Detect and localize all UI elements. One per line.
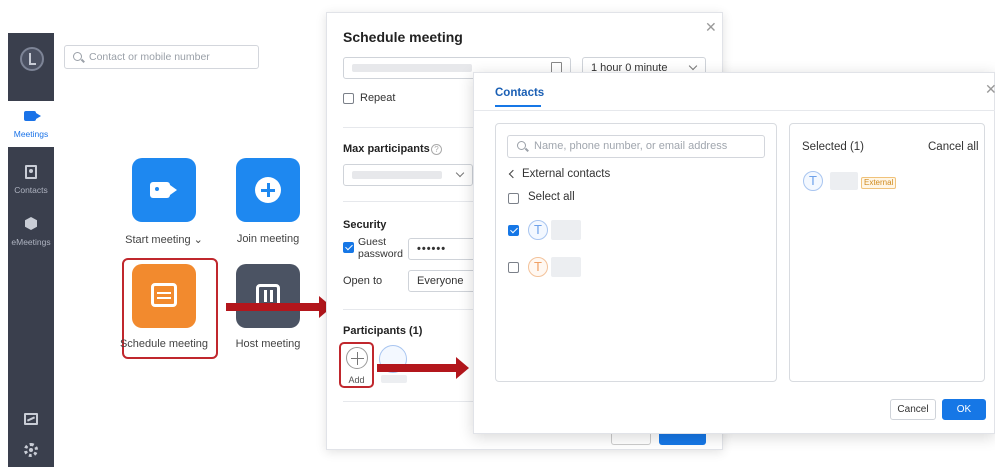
guest-password-input[interactable]: •••••• — [408, 238, 478, 260]
host-meeting-label: Host meeting — [235, 338, 301, 350]
sidebar-item-meetings[interactable]: Meetings — [8, 101, 54, 147]
external-contacts-breadcrumb[interactable]: External contacts — [522, 168, 610, 180]
calendar-icon — [151, 283, 177, 307]
add-participant-button[interactable]: Add — [339, 342, 374, 388]
contact-avatar: T — [528, 257, 548, 277]
open-to-select[interactable]: Everyone — [408, 270, 478, 292]
search-placeholder: Name, phone number, or email address — [534, 140, 728, 152]
start-meeting-label: Start meeting ⌄ — [125, 234, 203, 246]
participants-label: Participants (1) — [343, 325, 423, 337]
tab-contacts[interactable]: Contacts — [495, 87, 544, 99]
divider — [343, 401, 473, 402]
security-label: Security — [343, 219, 387, 231]
redacted-date — [352, 64, 472, 72]
redacted-name — [830, 172, 858, 190]
ok-button[interactable]: OK — [942, 399, 986, 420]
divider — [343, 309, 473, 310]
settings-icon[interactable] — [24, 443, 38, 457]
cancel-all-link[interactable]: Cancel all — [928, 141, 979, 153]
contact-checkbox[interactable] — [508, 262, 519, 273]
external-badge: External — [861, 177, 897, 189]
redacted-name — [381, 375, 407, 383]
contact-search-input[interactable]: Contact or mobile number — [64, 45, 259, 69]
sidebar-item-label: Contacts — [14, 185, 48, 195]
redacted-name — [551, 220, 581, 240]
add-label: Add — [348, 375, 365, 385]
selected-panel: Selected (1) Cancel all T External — [789, 123, 985, 382]
flow-arrow — [377, 357, 469, 379]
divider — [343, 127, 473, 128]
contact-avatar: T — [528, 220, 548, 240]
close-icon[interactable]: ✕ — [985, 81, 995, 98]
tab-indicator — [495, 105, 541, 107]
chevron-down-icon — [455, 168, 465, 178]
max-participants-select[interactable] — [343, 164, 473, 186]
divider — [343, 201, 473, 202]
selected-avatar: T — [803, 171, 823, 191]
close-icon[interactable]: ✕ — [705, 19, 717, 36]
flow-arrow — [226, 296, 332, 318]
cube-icon — [25, 217, 37, 230]
repeat-label: Repeat — [360, 92, 396, 104]
repeat-checkbox[interactable] — [343, 93, 354, 104]
join-meeting-button[interactable] — [236, 158, 300, 222]
start-meeting-button[interactable] — [132, 158, 196, 222]
select-all-label: Select all — [528, 191, 575, 203]
video-camera-icon — [24, 111, 36, 121]
video-camera-icon — [150, 182, 170, 198]
back-icon[interactable] — [508, 169, 518, 179]
schedule-meeting-label: Schedule meeting — [119, 338, 209, 350]
chevron-down-icon — [688, 61, 698, 71]
max-participants-label: Max participants — [343, 143, 430, 155]
contact-search-input[interactable]: Name, phone number, or email address — [507, 135, 765, 158]
sidebar: Meetings Contacts eMeetings — [8, 33, 54, 467]
host-meeting-button[interactable] — [236, 264, 300, 328]
cancel-button[interactable] — [611, 433, 651, 445]
cancel-button[interactable]: Cancel — [890, 399, 936, 420]
select-all-checkbox[interactable] — [508, 193, 519, 204]
contacts-dialog: Contacts ✕ Name, phone number, or email … — [473, 72, 995, 434]
guest-password-checkbox[interactable] — [343, 242, 354, 253]
dialog-title: Schedule meeting — [343, 29, 463, 45]
redacted-name — [551, 257, 581, 277]
logo-icon — [20, 47, 44, 71]
redacted-value — [352, 171, 442, 179]
divider — [474, 110, 995, 111]
open-to-label: Open to — [343, 275, 383, 287]
sidebar-item-label: Meetings — [13, 129, 49, 139]
contact-list-panel: Name, phone number, or email address Ext… — [495, 123, 777, 382]
schedule-meeting-button[interactable] — [132, 264, 196, 328]
sidebar-item-contacts[interactable]: Contacts — [8, 157, 54, 203]
chart-icon[interactable] — [24, 413, 38, 425]
contact-checkbox[interactable] — [508, 225, 519, 236]
join-meeting-label: Join meeting — [236, 233, 300, 245]
help-icon[interactable]: ? — [431, 144, 442, 155]
guest-password-label: Guest — [358, 236, 387, 248]
plus-icon — [255, 177, 281, 203]
search-placeholder: Contact or mobile number — [89, 51, 210, 63]
sidebar-item-emeetings[interactable]: eMeetings — [8, 209, 54, 255]
selected-count: Selected (1) — [802, 141, 865, 153]
guest-password-label: password — [358, 248, 403, 260]
plus-icon — [346, 347, 368, 369]
search-icon — [517, 141, 526, 150]
contact-card-icon — [25, 165, 37, 179]
search-icon — [73, 52, 82, 61]
save-button[interactable] — [659, 433, 706, 445]
chevron-down-icon[interactable]: ⌄ — [194, 234, 203, 246]
sidebar-item-label: eMeetings — [11, 237, 51, 247]
